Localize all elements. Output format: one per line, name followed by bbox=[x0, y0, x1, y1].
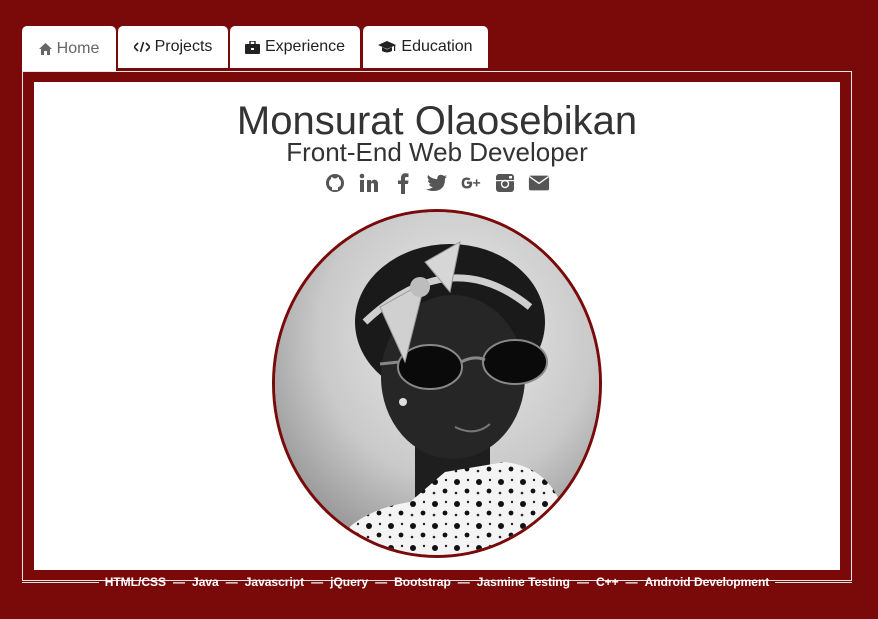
skill-item: HTML/CSS bbox=[104, 575, 167, 589]
tab-label: Home bbox=[56, 40, 100, 57]
instagram-icon[interactable] bbox=[494, 172, 516, 194]
facebook-icon[interactable] bbox=[392, 172, 414, 194]
email-icon[interactable] bbox=[528, 172, 550, 194]
linkedin-icon[interactable] bbox=[358, 172, 380, 194]
profile-role: Front-End Web Developer bbox=[286, 137, 588, 167]
divider-line bbox=[22, 581, 99, 583]
skill-item: Jasmine Testing bbox=[476, 575, 570, 589]
profile-photo bbox=[272, 209, 602, 558]
tab-experience[interactable]: Experience bbox=[230, 26, 360, 70]
social-links bbox=[34, 170, 840, 196]
divider-line bbox=[775, 581, 852, 583]
skill-item: jQuery bbox=[330, 575, 369, 589]
tab-education[interactable]: Education bbox=[363, 26, 488, 70]
briefcase-icon bbox=[244, 40, 260, 54]
skill-item: C++ bbox=[595, 575, 619, 589]
twitter-icon[interactable] bbox=[426, 172, 448, 194]
tab-label: Projects bbox=[154, 38, 213, 55]
github-icon[interactable] bbox=[324, 172, 346, 194]
profile-name: Monsurat Olaosebikan bbox=[236, 99, 638, 143]
skill-item: Bootstrap bbox=[394, 575, 451, 589]
home-icon bbox=[38, 43, 52, 55]
graduation-cap-icon bbox=[378, 40, 397, 52]
tab-label: Education bbox=[401, 38, 473, 55]
skills-bar: HTML/CSS — Java — Javascript — jQuery — … bbox=[22, 571, 852, 593]
tab-home[interactable]: Home bbox=[22, 26, 116, 72]
skill-item: Javascript bbox=[244, 575, 305, 589]
google-plus-icon[interactable] bbox=[460, 172, 482, 194]
home-panel: Monsurat Olaosebikan Front-End Web Devel… bbox=[34, 82, 840, 570]
skill-item: Java bbox=[192, 575, 219, 589]
tab-projects[interactable]: Projects bbox=[118, 26, 228, 70]
code-icon bbox=[133, 41, 150, 53]
tab-label: Experience bbox=[264, 38, 346, 55]
skill-item: Android Development bbox=[644, 575, 770, 589]
